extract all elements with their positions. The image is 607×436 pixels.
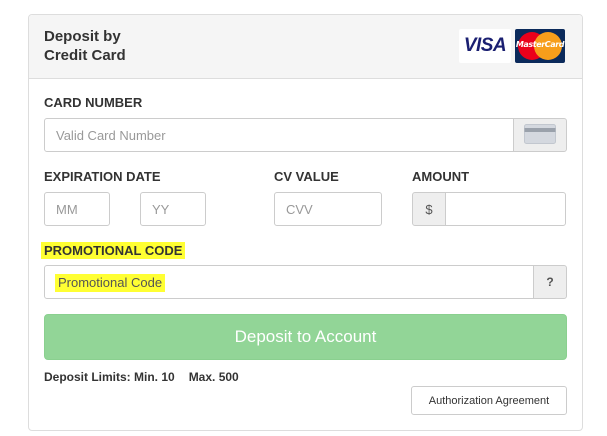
authorization-agreement-button[interactable]: Authorization Agreement bbox=[411, 386, 567, 415]
promotional-code-label-text: PROMOTIONAL CODE bbox=[41, 242, 186, 259]
expiration-date-label: EXPIRATION DATE bbox=[44, 169, 161, 184]
panel-title-line2: Credit Card bbox=[44, 47, 126, 64]
deposit-panel: Deposit by Credit Card VISA MasterCard C… bbox=[28, 14, 583, 431]
mastercard-logo-text: MasterCard bbox=[515, 40, 565, 49]
card-number-label: CARD NUMBER bbox=[44, 95, 143, 110]
amount-label: AMOUNT bbox=[412, 169, 470, 184]
visa-logo: VISA bbox=[459, 29, 511, 63]
promo-help-button[interactable]: ? bbox=[533, 265, 567, 299]
cv-value-label: CV VALUE bbox=[274, 169, 339, 184]
deposit-limit-min: Deposit Limits: Min. 10 bbox=[44, 370, 175, 384]
card-number-input[interactable] bbox=[44, 118, 514, 152]
promotional-code-value: Promotional Code bbox=[55, 274, 166, 292]
panel-header: Deposit by Credit Card VISA MasterCard bbox=[29, 15, 582, 79]
deposit-limit-max: Max. 500 bbox=[188, 370, 239, 384]
card-icon-addon bbox=[513, 118, 567, 152]
deposit-limits: Deposit Limits: Min. 10 Max. 500 bbox=[44, 370, 239, 384]
amount-input[interactable] bbox=[445, 192, 566, 226]
expiration-month-input[interactable] bbox=[44, 192, 110, 226]
currency-addon: $ bbox=[412, 192, 446, 226]
deposit-to-account-button[interactable]: Deposit to Account bbox=[44, 314, 567, 360]
panel-title-line1: Deposit by bbox=[44, 28, 121, 45]
promotional-code-label: PROMOTIONAL CODE bbox=[41, 242, 186, 259]
currency-symbol: $ bbox=[425, 201, 433, 217]
expiration-year-input[interactable] bbox=[140, 192, 206, 226]
panel-title: Deposit by Credit Card bbox=[44, 27, 184, 65]
credit-card-icon bbox=[524, 123, 556, 147]
promotional-code-input[interactable]: Promotional Code bbox=[44, 265, 534, 299]
cvv-input[interactable] bbox=[274, 192, 382, 226]
mastercard-logo: MasterCard bbox=[515, 29, 565, 63]
